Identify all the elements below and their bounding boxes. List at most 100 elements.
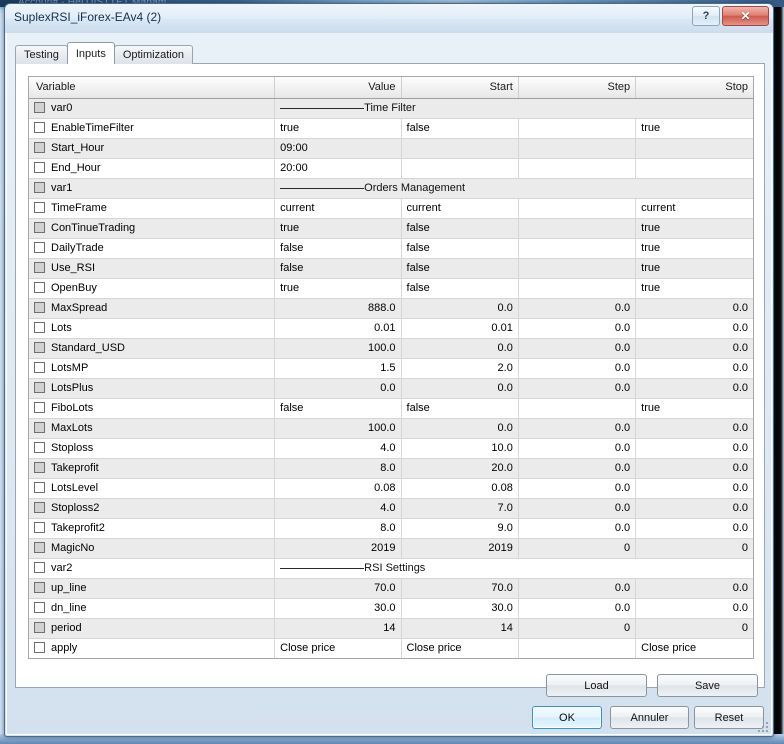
row-checkbox[interactable] [34,442,45,453]
row-checkbox[interactable] [34,202,45,213]
grid-cell-variable[interactable]: Lots [29,318,275,338]
row-checkbox[interactable] [34,242,45,253]
row-checkbox[interactable] [34,222,45,233]
grid-cell-step[interactable]: 0 [518,538,635,558]
grid-cell-variable[interactable]: apply [29,638,275,658]
grid-cell-value[interactable]: false [275,398,401,418]
grid-cell-value[interactable]: current [275,198,401,218]
grid-cell-start[interactable]: false [401,398,518,418]
table-row[interactable]: applyClose priceClose priceClose price [29,638,753,658]
grid-cell-start[interactable]: 30.0 [401,598,518,618]
grid-cell-start[interactable]: 20.0 [401,458,518,478]
table-row[interactable]: MaxLots100.00.00.00.0 [29,418,753,438]
grid-cell-variable[interactable]: LotsMP [29,358,275,378]
grid-cell-step[interactable] [518,258,635,278]
grid-cell-stop[interactable]: true [636,258,753,278]
close-icon[interactable]: ✕ [722,6,769,26]
grid-cell-value[interactable]: 09:00 [275,138,401,158]
grid-cell-variable[interactable]: End_Hour [29,158,275,178]
grid-cell-variable[interactable]: Takeprofit2 [29,518,275,538]
grid-cell-variable[interactable]: OpenBuy [29,278,275,298]
grid-cell-step[interactable] [518,198,635,218]
grid-cell-stop[interactable]: 0.0 [636,318,753,338]
table-row[interactable]: Use_RSIfalsefalsetrue [29,258,753,278]
grid-cell-step[interactable]: 0.0 [518,438,635,458]
grid-cell-stop[interactable]: 0.0 [636,298,753,318]
table-row[interactable]: Takeprofit8.020.00.00.0 [29,458,753,478]
grid-cell-start[interactable]: false [401,278,518,298]
table-row[interactable]: MagicNo2019201900 [29,538,753,558]
grid-cell-step[interactable] [518,218,635,238]
grid-cell-value[interactable]: false [275,238,401,258]
row-checkbox[interactable] [34,542,45,553]
table-row[interactable]: Start_Hour09:00 [29,138,753,158]
grid-cell-step[interactable]: 0.0 [518,578,635,598]
grid-cell-step[interactable]: 0.0 [518,298,635,318]
grid-cell-value[interactable]: 8.0 [275,518,401,538]
row-checkbox[interactable] [34,302,45,313]
row-checkbox[interactable] [34,122,45,133]
table-row[interactable]: var2RSI Settings [29,558,753,578]
row-checkbox[interactable] [34,642,45,653]
grid-cell-start[interactable]: 7.0 [401,498,518,518]
grid-cell-variable[interactable]: EnableTimeFilter [29,118,275,138]
grid-cell-value[interactable]: 8.0 [275,458,401,478]
grid-cell-variable[interactable]: LotsPlus [29,378,275,398]
grid-cell-stop[interactable]: 0.0 [636,518,753,538]
tab-optimization[interactable]: Optimization [114,45,193,64]
grid-cell-start[interactable]: 0.0 [401,338,518,358]
grid-cell-stop[interactable]: 0.0 [636,598,753,618]
row-checkbox[interactable] [34,422,45,433]
grid-cell-variable[interactable]: Use_RSI [29,258,275,278]
grid-cell-variable[interactable]: MagicNo [29,538,275,558]
grid-cell-value[interactable]: 1.5 [275,358,401,378]
column-header-variable[interactable]: Variable [29,77,275,98]
grid-cell-step[interactable] [518,638,635,658]
ok-button[interactable]: OK [532,706,602,729]
grid-cell-variable[interactable]: Start_Hour [29,138,275,158]
grid-cell-value[interactable]: 4.0 [275,438,401,458]
grid-cell-value[interactable]: true [275,218,401,238]
cancel-button[interactable]: Annuler [610,706,689,729]
tab-inputs[interactable]: Inputs [67,42,115,64]
grid-cell-variable[interactable]: var0 [29,98,275,118]
grid-cell-step[interactable]: 0.0 [518,338,635,358]
grid-cell-stop[interactable]: true [636,238,753,258]
row-checkbox[interactable] [34,582,45,593]
row-checkbox[interactable] [34,162,45,173]
row-checkbox[interactable] [34,622,45,633]
grid-cell-stop[interactable]: true [636,398,753,418]
grid-cell-value[interactable]: 100.0 [275,418,401,438]
grid-cell-step[interactable]: 0.0 [518,518,635,538]
grid-cell-step[interactable] [518,398,635,418]
grid-cell-variable[interactable]: period [29,618,275,638]
grid-cell-start[interactable]: false [401,258,518,278]
grid-cell-value[interactable]: 30.0 [275,598,401,618]
tab-testing[interactable]: Testing [15,45,68,64]
grid-cell-start[interactable]: false [401,218,518,238]
table-row[interactable]: FiboLotsfalsefalsetrue [29,398,753,418]
row-checkbox[interactable] [34,382,45,393]
dialog-titlebar[interactable]: SuplexRSI_iForex-EAv4 (2) ? ✕ [5,4,773,33]
table-row[interactable]: LotsMP1.52.00.00.0 [29,358,753,378]
grid-cell-step[interactable]: 0.0 [518,498,635,518]
grid-cell-variable[interactable]: DailyTrade [29,238,275,258]
row-checkbox[interactable] [34,502,45,513]
row-checkbox[interactable] [34,262,45,273]
grid-cell-step[interactable] [518,138,635,158]
grid-cell-stop[interactable]: 0.0 [636,418,753,438]
table-row[interactable]: TimeFramecurrentcurrentcurrent [29,198,753,218]
grid-cell-start[interactable]: Close price [401,638,518,658]
grid-cell-value[interactable]: 0.08 [275,478,401,498]
grid-cell-start[interactable]: 2019 [401,538,518,558]
grid-cell-value[interactable]: 0.0 [275,378,401,398]
table-row[interactable]: dn_line30.030.00.00.0 [29,598,753,618]
grid-cell-variable[interactable]: Stoploss2 [29,498,275,518]
grid-cell-step[interactable]: 0.0 [518,458,635,478]
table-row[interactable]: Lots0.010.010.00.0 [29,318,753,338]
grid-cell-start[interactable]: 2.0 [401,358,518,378]
table-row[interactable]: LotsLevel0.080.080.00.0 [29,478,753,498]
table-row[interactable]: var0Time Filter [29,98,753,118]
grid-cell-start[interactable] [401,158,518,178]
grid-cell-start[interactable]: 0.0 [401,418,518,438]
